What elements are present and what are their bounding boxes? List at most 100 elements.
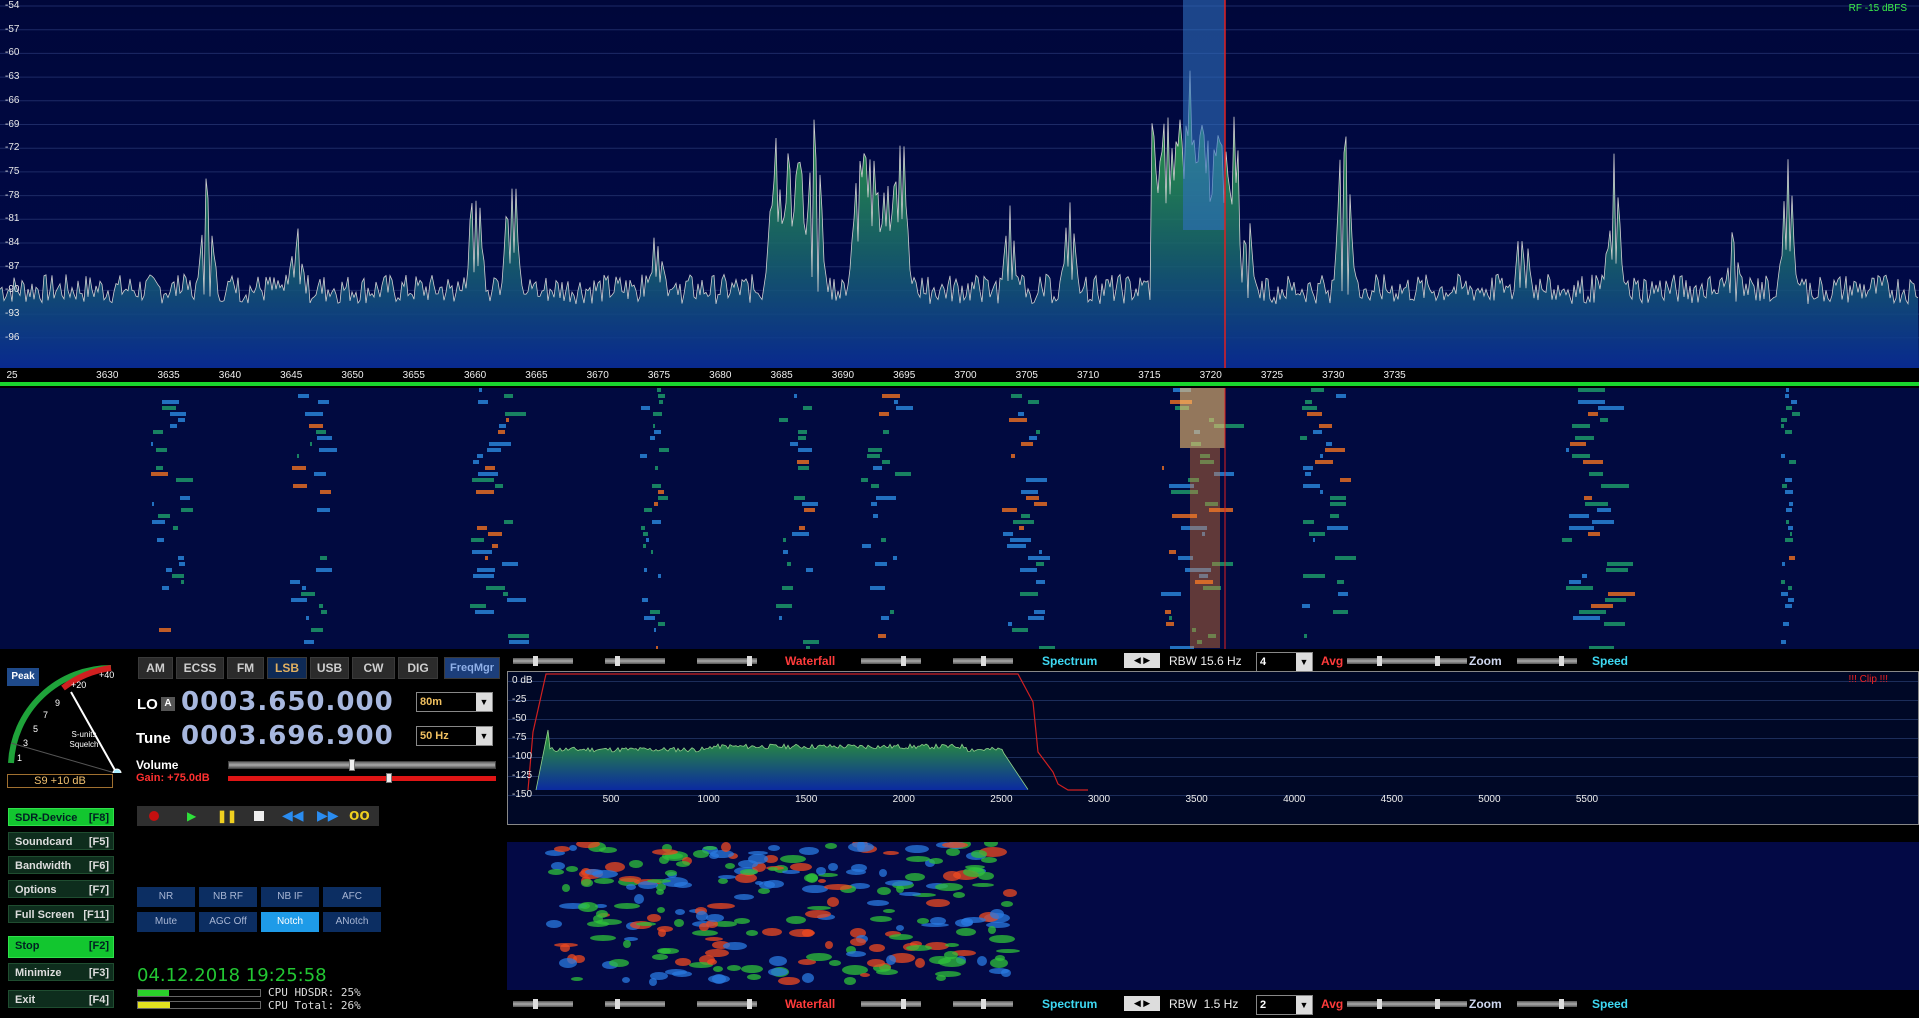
wf-stripe [485, 466, 495, 470]
mode-ecss-button[interactable]: ECSS [176, 657, 224, 679]
exit-button[interactable]: Exit [F4] [8, 990, 114, 1008]
s-meter-reading: S9 +10 dB [7, 774, 113, 788]
dsp-notch-button[interactable]: Notch [261, 912, 319, 932]
wf2-slider-1[interactable] [513, 999, 573, 1009]
af-wf-blob [562, 884, 570, 892]
soundcard-button[interactable]: Soundcard [F5] [8, 832, 114, 850]
wf-stripe [1588, 532, 1600, 536]
zoom2-slider-2[interactable] [1407, 999, 1467, 1009]
mode-cw-button[interactable]: CW [352, 657, 395, 679]
clip-indicator: !!! Clip !!! [1848, 674, 1888, 685]
avg-select[interactable]: 4 ▼ [1256, 652, 1313, 672]
frequency-label: 3690 [831, 370, 855, 381]
volume-knob[interactable] [349, 759, 355, 771]
sp-slider-1[interactable] [861, 656, 921, 666]
af-waterfall[interactable] [507, 842, 1919, 990]
volume-slider[interactable] [228, 759, 496, 771]
wf-stripe [1338, 592, 1348, 596]
af-wf-blob [988, 926, 996, 934]
bandwidth-button[interactable]: Bandwidth [F6] [8, 856, 114, 874]
mode-am-button[interactable]: AM [138, 657, 173, 679]
minimize-button[interactable]: Minimize [F3] [8, 963, 114, 981]
zoom-slider-1[interactable] [1347, 656, 1407, 666]
af-wf-blob [1003, 889, 1017, 897]
wf2-slider-2[interactable] [605, 999, 665, 1009]
af-wf-blob [721, 842, 731, 852]
wf-stripe [797, 460, 809, 464]
af-spectrum-display[interactable]: 0 dB -25 -50 -75 -100 -125 -150 500 1000 1500 200… [507, 671, 1919, 825]
sp2-slider-2[interactable] [953, 999, 1013, 1009]
rf-waterfall[interactable] [0, 388, 1919, 649]
lo-lock-badge[interactable]: A [161, 697, 175, 711]
sp-slider-2[interactable] [953, 656, 1013, 666]
fast-forward-icon[interactable]: ▶▶ [317, 807, 339, 824]
rewind-icon[interactable]: ◀◀ [282, 807, 304, 824]
wf-stripe [873, 466, 882, 470]
stop-button[interactable]: Stop [F2] [8, 936, 114, 958]
zoom2-slider-1[interactable] [1347, 999, 1407, 1009]
freqmgr-button[interactable]: FreqMgr [444, 657, 500, 679]
play-icon[interactable]: ▶ [187, 809, 196, 823]
mode-fm-button[interactable]: FM [227, 657, 264, 679]
tune-frequency[interactable]: 0003.696.900 [181, 721, 394, 751]
af-wf-blob [590, 935, 616, 941]
wf-stripe [492, 544, 498, 548]
lo-frequency[interactable]: 0003.650.000 [181, 687, 394, 717]
wf-stripe [783, 538, 786, 542]
mode-usb-button[interactable]: USB [310, 657, 349, 679]
tuning-bar[interactable] [0, 382, 1919, 386]
dsp-mute-button[interactable]: Mute [137, 912, 195, 932]
mode-lsb-button[interactable]: LSB [267, 657, 307, 679]
dsp-afc-button[interactable]: AFC [323, 887, 381, 907]
wf-stripe [1601, 484, 1629, 488]
dsp-anotch-button[interactable]: ANotch [323, 912, 381, 932]
avg2-select[interactable]: 2 ▼ [1256, 995, 1313, 1015]
band-select[interactable]: 80m ▼ [416, 692, 493, 712]
peak-button[interactable]: Peak [7, 668, 39, 686]
dsp-nb-if-button[interactable]: NB IF [261, 887, 319, 907]
dsp-nb-rf-button[interactable]: NB RF [199, 887, 257, 907]
pause-icon[interactable]: ❚❚ [217, 809, 237, 823]
wf2-slider-3[interactable] [697, 999, 757, 1009]
stop-icon[interactable] [254, 811, 264, 821]
loop-icon[interactable]: oo [349, 805, 370, 825]
wf-stripe [1605, 598, 1626, 602]
options-button[interactable]: Options [F7] [8, 880, 114, 898]
wf-stripe [806, 646, 810, 649]
full-screen-button[interactable]: Full Screen [F11] [8, 905, 114, 923]
gain-knob[interactable] [386, 773, 392, 783]
rf-spectrum-display[interactable]: -54 -57 -60 -63 -66 -69 -72 -75 -78 -81 -84 -87 -90 -… [0, 0, 1919, 368]
wf-slider-3[interactable] [697, 656, 757, 666]
af-wf-blob [869, 944, 885, 952]
s-scale-plus40: +40 [99, 670, 115, 680]
rbw-stepper[interactable]: ◀ ▶ [1124, 653, 1160, 668]
wf-stripe [1319, 424, 1332, 428]
step-select[interactable]: 50 Hz ▼ [416, 726, 493, 746]
band-value: 80m [420, 696, 443, 708]
wf-stripe [1785, 538, 1793, 542]
wf-slider-1[interactable] [513, 656, 573, 666]
zoom-label: Zoom [1469, 654, 1502, 668]
sdr-device-button[interactable]: SDR-Device [F8] [8, 808, 114, 826]
sp2-slider-1[interactable] [861, 999, 921, 1009]
mode-dig-button[interactable]: DIG [398, 657, 438, 679]
speed-slider[interactable] [1517, 656, 1577, 666]
zoom-slider-2[interactable] [1407, 656, 1467, 666]
dsp-nr-button[interactable]: NR [137, 887, 195, 907]
af-wf-blob [571, 977, 583, 981]
wf-stripe [176, 478, 193, 482]
wf-slider-2[interactable] [605, 656, 665, 666]
af-wf-blob [674, 919, 684, 927]
rbw-label: RBW 15.6 Hz [1169, 654, 1242, 668]
avg2-value: 2 [1260, 999, 1267, 1011]
dsp-agc-off-button[interactable]: AGC Off [199, 912, 257, 932]
wf-stripe [1606, 568, 1628, 572]
rf-y-label: -72 [5, 142, 20, 154]
wf-stripe [1781, 580, 1785, 584]
af-wf-blob [712, 974, 726, 984]
rbw2-stepper[interactable]: ◀ ▶ [1124, 996, 1160, 1011]
rf-frequency-axis[interactable]: 25 3630 3635 3640 3645 3650 3655 3660 3665 3670 36… [0, 368, 1919, 388]
speed2-slider[interactable] [1517, 999, 1577, 1009]
record-icon[interactable] [149, 811, 159, 821]
gain-slider[interactable] [228, 773, 496, 783]
